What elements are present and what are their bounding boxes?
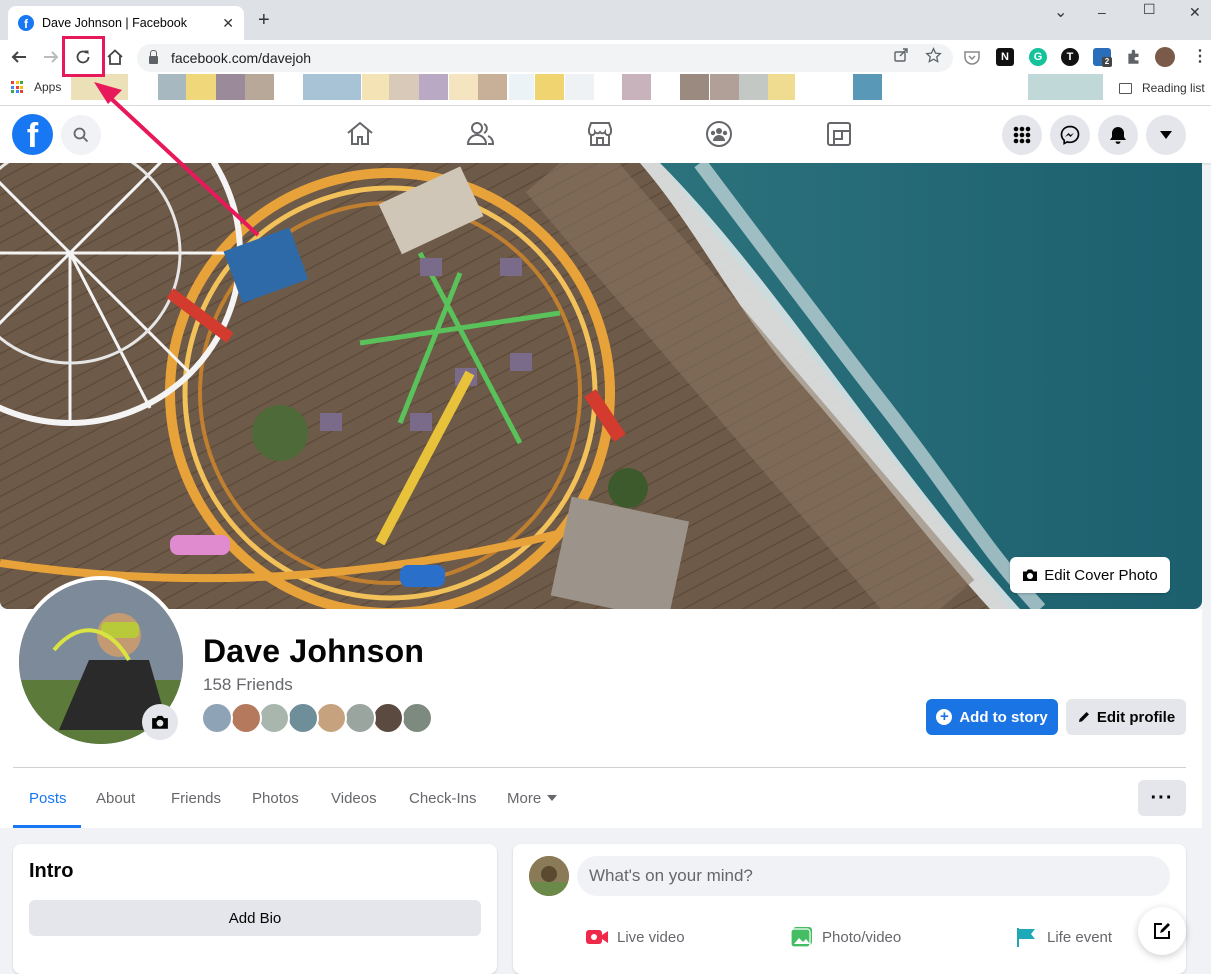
tab-search-chevron-icon[interactable]: ⌄ <box>1054 2 1067 22</box>
friend-avatar[interactable] <box>400 702 433 734</box>
notifications-button[interactable] <box>1098 115 1138 155</box>
bell-icon <box>1110 127 1126 144</box>
caret-down-icon <box>1160 131 1172 139</box>
profile-more-options-button[interactable]: ··· <box>1138 780 1186 816</box>
edit-profile-label: Edit profile <box>1096 708 1176 726</box>
tab-about[interactable]: About <box>96 790 135 807</box>
bookmark-item[interactable] <box>622 74 651 100</box>
reading-list-label: Reading list <box>1142 81 1205 95</box>
camera-icon <box>1023 569 1038 581</box>
reading-list-icon <box>1119 82 1132 94</box>
edit-profile-button[interactable]: Edit profile <box>1066 699 1186 735</box>
friend-avatar[interactable] <box>229 702 262 734</box>
profile-name: Dave Johnson <box>203 633 425 669</box>
tab-videos[interactable]: Videos <box>331 790 377 807</box>
add-to-story-label: Add to story <box>959 708 1048 726</box>
menu-grid-icon <box>1013 126 1031 144</box>
live-video-label: Live video <box>617 928 685 946</box>
post-composer: What's on your mind? Live video Photo/vi… <box>513 844 1186 974</box>
caret-down-icon <box>547 795 558 801</box>
plus-circle-icon: + <box>936 709 953 725</box>
whats-on-your-mind-input[interactable]: What's on your mind? <box>577 856 1170 896</box>
tab-more[interactable]: More <box>507 790 558 807</box>
profile-avatar-icon[interactable] <box>1155 47 1175 67</box>
close-window-button[interactable]: ✕ <box>1189 4 1201 21</box>
groups-nav-icon[interactable] <box>703 118 735 150</box>
bookmark-item[interactable] <box>739 74 768 100</box>
bookmark-item[interactable] <box>303 74 361 100</box>
photo-video-label: Photo/video <box>822 928 902 946</box>
add-bio-button[interactable]: Add Bio <box>29 900 481 936</box>
gaming-nav-icon[interactable] <box>823 118 855 150</box>
bookmark-item[interactable] <box>362 74 389 100</box>
bookmark-item[interactable] <box>535 74 564 100</box>
friend-avatar[interactable] <box>201 702 233 734</box>
friends-count[interactable]: 158 Friends <box>203 675 293 695</box>
intro-card: Intro Add Bio <box>13 844 497 974</box>
profile-divider <box>13 767 1186 768</box>
account-menu-button[interactable] <box>1146 115 1186 155</box>
marketplace-nav-icon[interactable] <box>584 118 616 150</box>
pocket-extension-icon[interactable] <box>963 48 981 66</box>
bookmark-item[interactable] <box>710 74 739 100</box>
friend-avatar[interactable] <box>343 702 376 734</box>
life-event-button[interactable]: Life event <box>1015 926 1112 948</box>
minimize-button[interactable]: – <box>1098 4 1106 20</box>
tab-posts[interactable]: Posts <box>29 790 67 807</box>
bookmark-item[interactable] <box>419 74 448 100</box>
share-icon[interactable] <box>893 47 909 63</box>
friend-avatar[interactable] <box>315 702 347 734</box>
bookmark-item[interactable] <box>449 74 478 100</box>
add-to-story-button[interactable]: + Add to story <box>926 699 1058 735</box>
notion-extension-icon[interactable]: N <box>996 48 1014 66</box>
bookmark-item[interactable] <box>509 74 534 100</box>
extension-badge: 2 <box>1102 57 1112 67</box>
tab-check-ins[interactable]: Check-Ins <box>409 790 477 807</box>
bookmark-item[interactable] <box>768 74 795 100</box>
compose-message-icon <box>1154 923 1170 939</box>
composer-avatar-image <box>529 856 569 896</box>
intro-title: Intro <box>29 860 74 882</box>
active-tab-indicator <box>13 825 81 828</box>
photo-video-button[interactable]: Photo/video <box>790 926 901 948</box>
bookmark-item[interactable] <box>853 74 882 100</box>
menu-grid-button[interactable] <box>1002 115 1042 155</box>
composer-avatar <box>529 856 569 896</box>
messenger-button[interactable] <box>1050 115 1090 155</box>
reading-list-button[interactable]: Reading list <box>1119 81 1205 95</box>
grammarly-extension-icon[interactable]: G <box>1029 48 1047 66</box>
tab-friends[interactable]: Friends <box>171 790 221 807</box>
bookmark-item[interactable] <box>1028 74 1103 100</box>
live-video-icon <box>586 930 608 944</box>
tab-more-label: More <box>507 790 542 807</box>
browser-menu-icon[interactable]: ⋮ <box>1192 46 1208 66</box>
bookmark-item[interactable] <box>565 74 594 100</box>
edit-cover-photo-button[interactable]: Edit Cover Photo <box>1010 557 1170 593</box>
photo-video-icon <box>790 927 812 948</box>
bookmark-item[interactable] <box>680 74 709 100</box>
tab-photos[interactable]: Photos <box>252 790 299 807</box>
pencil-icon <box>1078 712 1089 722</box>
messenger-icon <box>1060 125 1080 145</box>
extensions-puzzle-icon[interactable] <box>1125 48 1143 66</box>
life-event-label: Life event <box>1047 928 1113 946</box>
friend-avatar[interactable] <box>372 702 404 734</box>
friends-nav-icon[interactable] <box>464 118 496 150</box>
annotation-arrow <box>94 82 260 237</box>
bookmark-item[interactable] <box>478 74 507 100</box>
bookmark-item[interactable] <box>389 74 419 100</box>
friend-avatar[interactable] <box>258 702 290 734</box>
update-profile-picture-button[interactable] <box>142 704 178 740</box>
live-video-button[interactable]: Live video <box>585 926 685 948</box>
flag-icon <box>1017 928 1035 947</box>
bookmark-star-icon[interactable] <box>925 47 942 64</box>
extension-with-badge-icon[interactable]: 2 <box>1093 48 1112 67</box>
friend-avatar[interactable] <box>286 702 319 734</box>
home-nav-icon[interactable] <box>344 118 376 150</box>
edit-cover-photo-label: Edit Cover Photo <box>1044 566 1158 584</box>
new-message-button[interactable] <box>1138 907 1186 955</box>
maximize-button[interactable]: ☐ <box>1143 1 1156 18</box>
camera-icon <box>152 715 168 729</box>
t-extension-icon[interactable]: T <box>1061 48 1079 66</box>
